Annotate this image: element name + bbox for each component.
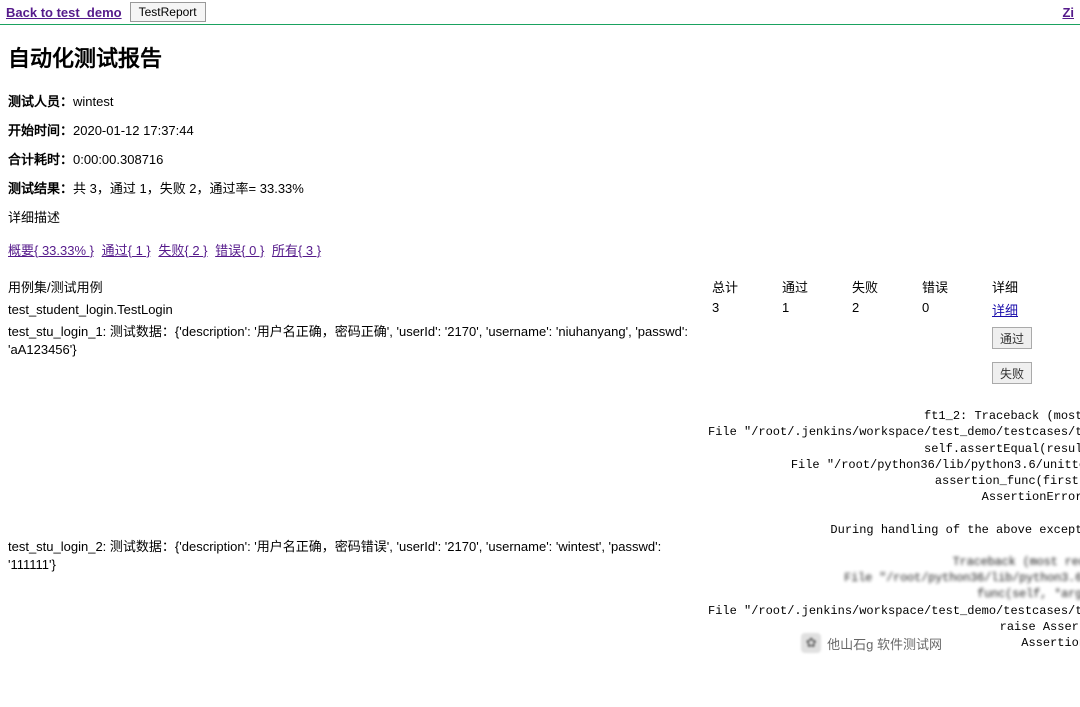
elapsed-row: 合计耗时：0:00:00.308716 bbox=[8, 149, 1072, 168]
traceback-block: ft1_2: Traceback (most recent call last)… bbox=[708, 392, 1080, 667]
filter-all[interactable]: 所有{ 3 } bbox=[272, 243, 321, 258]
wechat-icon: ✿ bbox=[801, 633, 821, 653]
tab-test-report[interactable]: TestReport bbox=[130, 2, 206, 22]
suite-pass: 1 bbox=[778, 298, 848, 317]
elapsed-label: 合计耗时： bbox=[8, 152, 73, 167]
tc1-status-button[interactable]: 通过 bbox=[992, 327, 1032, 349]
tester-label: 测试人员： bbox=[8, 94, 73, 109]
suite-error: 0 bbox=[918, 298, 988, 317]
th-fail: 失败 bbox=[848, 275, 918, 298]
th-error: 错误 bbox=[918, 275, 988, 298]
elapsed-value: 0:00:00.308716 bbox=[73, 152, 163, 167]
content: 自动化测试报告 测试人员：wintest 开始时间：2020-01-12 17:… bbox=[0, 25, 1080, 707]
tester-row: 测试人员：wintest bbox=[8, 91, 1072, 110]
suite-name: test_student_login.TestLogin bbox=[8, 300, 708, 319]
start-label: 开始时间： bbox=[8, 123, 73, 138]
filter-fail[interactable]: 失败{ 2 } bbox=[158, 243, 207, 258]
watermark: ✿ 他山石g 软件测试网 bbox=[801, 633, 942, 653]
th-pass: 通过 bbox=[778, 275, 848, 298]
th-detail: 详细 bbox=[988, 275, 1058, 298]
start-row: 开始时间：2020-01-12 17:37:44 bbox=[8, 120, 1072, 139]
testcase-row-1: test_stu_login_1: 测试数据：{'description': '… bbox=[8, 321, 1072, 360]
result-value: 共 3，通过 1，失败 2，通过率= 33.33% bbox=[73, 181, 304, 196]
suite-row: test_student_login.TestLogin 3 1 2 0 详细 bbox=[8, 298, 1072, 321]
start-value: 2020-01-12 17:37:44 bbox=[73, 123, 194, 138]
result-row: 测试结果：共 3，通过 1，失败 2，通过率= 33.33% bbox=[8, 178, 1072, 197]
tc2-status-button[interactable]: 失败 bbox=[992, 362, 1032, 384]
z-link[interactable]: Zi bbox=[1062, 5, 1074, 20]
table-header-row: 用例集/测试用例 总计 通过 失败 错误 详细 bbox=[8, 275, 1072, 298]
th-name: 用例集/测试用例 bbox=[8, 275, 708, 298]
filter-summary[interactable]: 概要{ 33.33% } bbox=[8, 243, 94, 258]
tester-value: wintest bbox=[73, 94, 113, 109]
testcase-row-2-status: 失败 bbox=[8, 360, 1072, 386]
tc1-name: test_stu_login_1: 测试数据：{'description': '… bbox=[8, 321, 708, 360]
filter-pass[interactable]: 通过{ 1 } bbox=[102, 243, 151, 258]
watermark-text: 他山石g 软件测试网 bbox=[827, 634, 942, 653]
detail-description-label: 详细描述 bbox=[8, 207, 1072, 226]
result-table: 用例集/测试用例 总计 通过 失败 错误 详细 test_student_log… bbox=[8, 275, 1072, 667]
th-total: 总计 bbox=[708, 275, 778, 298]
filter-error[interactable]: 错误{ 0 } bbox=[215, 243, 264, 258]
suite-total: 3 bbox=[708, 298, 778, 317]
tc2-name: test_stu_login_2: 测试数据：{'description': '… bbox=[8, 478, 708, 575]
back-link[interactable]: Back to test_demo bbox=[6, 5, 122, 20]
topbar: Back to test_demo TestReport Zi bbox=[0, 0, 1080, 25]
testcase-row-2: test_stu_login_2: 测试数据：{'description': '… bbox=[8, 386, 1072, 667]
result-label: 测试结果： bbox=[8, 181, 73, 196]
suite-fail: 2 bbox=[848, 298, 918, 317]
filter-links: 概要{ 33.33% } 通过{ 1 } 失败{ 2 } 错误{ 0 } 所有{… bbox=[8, 240, 1072, 259]
page-title: 自动化测试报告 bbox=[8, 41, 1072, 73]
suite-detail-link[interactable]: 详细 bbox=[992, 303, 1018, 318]
